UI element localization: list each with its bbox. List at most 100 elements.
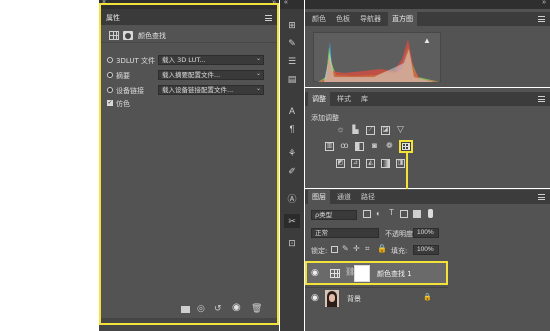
photo-filter-icon[interactable]: ◙ — [370, 142, 379, 151]
fill-input[interactable]: 100% — [413, 245, 439, 255]
expand-icon[interactable]: « — [284, 0, 288, 6]
properties-body: 颜色查找 3DLUT 文件 载入 3D LUT... ⌄ 摘要 载入摘要配置文件… — [101, 25, 277, 304]
layers-panel: 图层 通道 路径 ρ类型 ◐ T 正常 不透明度: 100% 锁定: ✎ ✛ ⌗… — [305, 189, 550, 331]
layer-filter-label: ρ类型 — [315, 211, 333, 219]
device-link-value: 载入设备链接配置文件... — [162, 86, 234, 94]
panel-menu-icon[interactable] — [538, 194, 545, 200]
opacity-input[interactable]: 100% — [413, 228, 439, 238]
brush-tool-icon[interactable]: ✎ — [284, 36, 300, 50]
vibrance-icon[interactable]: ▽ — [396, 125, 405, 135]
layer-comps-icon[interactable]: ⊡ — [284, 236, 300, 250]
filter-toggle-icon[interactable] — [428, 209, 433, 218]
tab-adjustments[interactable]: 调整 — [308, 92, 330, 106]
layer-mask-thumbnail[interactable] — [354, 265, 370, 282]
trash-icon[interactable]: 🗑 — [251, 303, 262, 314]
panel-menu-icon[interactable] — [538, 96, 545, 102]
gradient-map-icon[interactable] — [381, 159, 390, 168]
lock-artboard-icon[interactable]: ⌗ — [365, 244, 370, 254]
curves-icon[interactable]: ⟋ — [366, 126, 375, 135]
channel-mixer-icon[interactable]: ❁ — [385, 142, 394, 151]
glyphs-icon[interactable]: Ⓐ — [284, 192, 300, 206]
tab-swatches[interactable]: 色板 — [332, 12, 354, 26]
layer-thumbnail[interactable] — [325, 290, 339, 307]
layer-name[interactable]: 颜色查找 1 — [377, 269, 412, 279]
dither-checkbox[interactable]: ✓ — [107, 100, 113, 106]
threshold-icon[interactable]: ◭ — [366, 159, 375, 168]
reset-icon[interactable]: ↺ — [214, 303, 222, 314]
mixer-brush-icon[interactable]: ✐ — [284, 164, 300, 178]
adjust-icon[interactable]: ▤ — [284, 72, 300, 86]
visibility-eye-icon[interactable]: ◉ — [232, 302, 241, 313]
layers-tab-row: 图层 通道 路径 — [305, 190, 550, 204]
adjustments-tab-row: 调整 样式 库 — [305, 92, 550, 106]
tab-layers[interactable]: 图层 — [308, 190, 330, 204]
top-bar: » — [305, 0, 550, 9]
panel-menu-icon[interactable] — [538, 16, 545, 22]
panel-menu-icon[interactable] — [265, 15, 272, 21]
tab-navigator[interactable]: 导航器 — [356, 12, 385, 26]
abstract-dropdown[interactable]: 载入摘要配置文件... — [158, 70, 264, 80]
tab-styles[interactable]: 样式 — [333, 92, 355, 106]
tab-libraries[interactable]: 库 — [357, 92, 372, 106]
properties-tab[interactable]: 属性 — [106, 13, 120, 23]
opacity-value: 100% — [417, 229, 434, 236]
view-previous-icon[interactable]: ◎ — [197, 303, 205, 314]
layer-filter-dropdown[interactable]: ρ类型 — [311, 210, 357, 220]
device-link-dropdown[interactable]: 载入设备链接配置文件... — [158, 85, 264, 95]
visibility-eye-icon[interactable]: ◉ — [311, 292, 319, 303]
blend-mode-dropdown[interactable]: 正常 — [311, 228, 379, 238]
tab-color[interactable]: 颜色 — [308, 12, 330, 26]
filter-adjust-icon[interactable]: ◐ — [376, 209, 381, 218]
lock-brush-icon[interactable]: ✎ — [342, 244, 349, 253]
warning-icon[interactable]: ▲ — [423, 36, 431, 45]
device-link-radio[interactable] — [107, 87, 113, 93]
clip-to-layer-icon[interactable] — [181, 306, 190, 313]
opacity-label: 不透明度: — [385, 230, 416, 238]
tool-presets-icon[interactable]: ✂ — [284, 214, 300, 228]
lock-move-icon[interactable]: ✛ — [353, 244, 360, 253]
tools-strip-top: « — [280, 0, 304, 9]
brush-tool-icon[interactable]: ⊞ — [284, 18, 300, 32]
filter-shape-icon[interactable] — [400, 210, 408, 218]
lut-file-radio[interactable] — [107, 57, 113, 63]
chevron-down-icon: ⌄ — [256, 86, 262, 92]
properties-tab-row: 属性 — [101, 9, 277, 25]
sliders-icon[interactable]: ☰ — [284, 54, 300, 68]
abstract-radio[interactable] — [107, 72, 113, 78]
brightness-icon[interactable]: ☼ — [336, 125, 345, 135]
lut-grid-icon — [330, 269, 340, 278]
collapse-icon[interactable]: » — [542, 0, 546, 6]
fill-value: 100% — [417, 246, 434, 253]
color-balance-icon[interactable]: ꝏ — [340, 142, 349, 151]
exposure-icon[interactable]: ◪ — [381, 126, 390, 135]
filter-pixel-icon[interactable] — [363, 210, 371, 218]
mask-icon[interactable] — [123, 31, 133, 40]
layer-name[interactable]: 背景 — [347, 294, 361, 304]
device-link-label: 设备链接 — [116, 87, 144, 95]
layer-row[interactable]: ◉ ⛓ 颜色查找 1 — [305, 261, 448, 285]
histogram-panel: » 颜色 色板 导航器 直方图 ▲ — [305, 0, 550, 87]
lock-transparent-icon[interactable] — [331, 246, 338, 253]
tab-channels[interactable]: 通道 — [333, 190, 355, 204]
lut-file-value: 载入 3D LUT... — [162, 56, 206, 64]
lut-file-dropdown[interactable]: 载入 3D LUT... — [158, 55, 264, 65]
clone-icon[interactable]: ⚘ — [284, 146, 300, 160]
filter-type-icon[interactable]: T — [389, 208, 394, 217]
abstract-value: 载入摘要配置文件... — [162, 71, 221, 79]
adjustment-type-row: 颜色查找 — [101, 29, 277, 43]
hue-saturation-icon[interactable]: ▥ — [325, 142, 334, 151]
tab-histogram[interactable]: 直方图 — [388, 12, 417, 26]
layer-row[interactable]: ◉ 背景 🔒 — [305, 287, 448, 309]
paragraph-icon[interactable]: ¶ — [284, 122, 300, 136]
histogram-chart — [313, 32, 441, 82]
levels-icon[interactable]: ▙ — [351, 126, 360, 135]
invert-icon[interactable]: ◩ — [336, 159, 345, 168]
tab-paths[interactable]: 路径 — [357, 190, 379, 204]
chevron-down-icon: ⌄ — [256, 56, 262, 62]
type-tool-icon[interactable]: A — [284, 104, 300, 118]
filter-smart-icon[interactable] — [413, 210, 421, 218]
black-white-icon[interactable] — [355, 142, 364, 151]
posterize-icon[interactable]: ⊿ — [351, 159, 360, 168]
visibility-eye-icon[interactable]: ◉ — [311, 267, 319, 278]
lock-all-icon[interactable]: 🔒 — [377, 244, 387, 253]
